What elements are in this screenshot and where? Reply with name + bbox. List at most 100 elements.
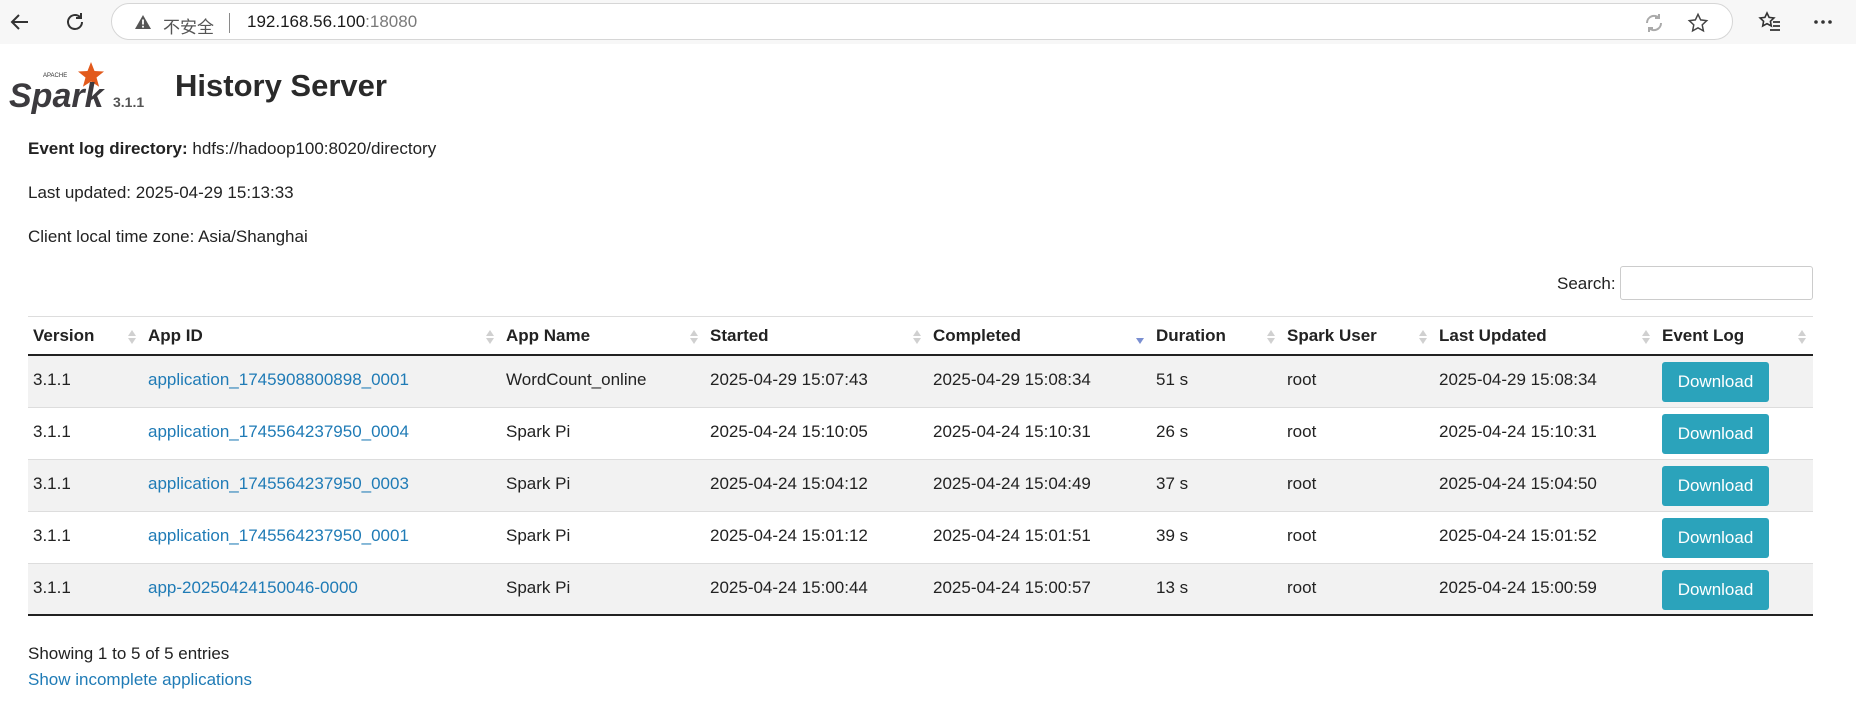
column-header-app-name[interactable]: App Name: [501, 316, 705, 356]
address-bar[interactable]: 不安全 192.168.56.100:18080: [111, 3, 1733, 40]
table-cell: Spark Pi: [501, 406, 705, 459]
insecure-label[interactable]: 不安全: [163, 13, 214, 38]
cell-last-updated: 2025-04-24 15:00:59: [1439, 577, 1597, 597]
sync-icon: [1645, 14, 1663, 32]
favorites-button[interactable]: [1754, 6, 1786, 38]
download-button[interactable]: Download: [1662, 362, 1769, 402]
column-header-app-id[interactable]: App ID: [143, 316, 501, 356]
sort-both-icon: [913, 330, 921, 344]
table-cell: 2025-04-24 15:00:59: [1434, 562, 1657, 616]
column-header-spark-user[interactable]: Spark User: [1282, 316, 1434, 356]
back-button[interactable]: [4, 6, 36, 38]
cell-spark-user: root: [1287, 577, 1317, 597]
table-cell: 2025-04-24 15:10:05: [705, 406, 928, 459]
page-content: APACHE Spark 3.1.1 History Server Event …: [0, 46, 1856, 716]
column-header-label: Started: [710, 325, 769, 345]
table-cell: 2025-04-24 15:10:31: [1434, 406, 1657, 459]
download-button[interactable]: Download: [1662, 569, 1769, 610]
cell-started: 2025-04-29 15:07:43: [710, 370, 868, 389]
table-cell: application_1745564237950_0003: [143, 458, 501, 511]
column-header-duration[interactable]: Duration: [1151, 316, 1282, 356]
app-id-link[interactable]: application_1745564237950_0001: [148, 526, 409, 545]
column-header-label: App ID: [148, 325, 203, 345]
sort-both-icon: [1642, 330, 1650, 344]
reload-button[interactable]: [59, 6, 91, 38]
page-title: History Server: [175, 68, 387, 103]
favorite-button[interactable]: [1686, 11, 1710, 35]
download-button[interactable]: Download: [1662, 517, 1769, 558]
table-cell: application_1745908800898_0001: [143, 354, 501, 407]
table-cell: 2025-04-24 15:01:12: [705, 510, 928, 563]
table-cell: 3.1.1: [28, 354, 143, 407]
table-cell: 13 s: [1151, 562, 1282, 616]
cell-completed: 2025-04-24 15:10:31: [933, 421, 1091, 441]
app-id-link[interactable]: application_1745564237950_0003: [148, 474, 409, 493]
cell-started: 2025-04-24 15:01:12: [710, 525, 868, 545]
cell-duration: 13 s: [1156, 577, 1189, 597]
cell-completed: 2025-04-24 15:00:57: [933, 577, 1091, 597]
column-header-label: Duration: [1156, 325, 1226, 345]
cell-started: 2025-04-24 15:04:12: [710, 473, 868, 493]
column-header-label: Completed: [933, 325, 1021, 345]
client-timezone: Client local time zone: Asia/Shanghai: [28, 227, 308, 246]
cell-app-name: Spark Pi: [506, 577, 571, 597]
search-input[interactable]: [1620, 266, 1813, 300]
search-label: Search:: [1557, 274, 1616, 293]
event-log-label: Event log directory:: [28, 139, 188, 158]
sort-both-icon: [486, 330, 494, 344]
table-cell: Spark Pi: [501, 562, 705, 616]
cell-last-updated: 2025-04-24 15:10:31: [1439, 421, 1597, 441]
table-cell: 3.1.1: [28, 458, 143, 511]
table-cell: Download: [1657, 562, 1813, 616]
table-cell: 2025-04-24 15:01:52: [1434, 510, 1657, 563]
download-button[interactable]: Download: [1662, 413, 1769, 454]
cell-version: 3.1.1: [33, 525, 71, 545]
column-header-version[interactable]: Version: [28, 316, 143, 356]
show-incomplete-link[interactable]: Show incomplete applications: [28, 670, 252, 690]
cell-completed: 2025-04-24 15:01:51: [933, 525, 1091, 545]
cell-app-name: Spark Pi: [506, 473, 571, 493]
table-cell: 26 s: [1151, 406, 1282, 459]
table-cell: 3.1.1: [28, 406, 143, 459]
cell-started: 2025-04-24 15:00:44: [710, 577, 868, 597]
url-port: :18080: [365, 12, 418, 31]
app-id-link[interactable]: app-20250424150046-0000: [148, 578, 358, 597]
sort-both-icon: [128, 330, 136, 344]
table-cell: root: [1282, 510, 1434, 563]
cell-spark-user: root: [1287, 370, 1317, 389]
app-id-link[interactable]: application_1745564237950_0004: [148, 422, 409, 441]
table-cell: Download: [1657, 458, 1813, 511]
column-header-label: Spark User: [1287, 325, 1377, 345]
table-row: 3.1.1 application_1745564237950_0004 Spark…: [28, 406, 1813, 459]
cell-version: 3.1.1: [33, 473, 71, 493]
column-header-label: App Name: [506, 325, 591, 345]
spark-logo[interactable]: APACHE Spark: [9, 60, 109, 116]
cell-app-name: WordCount_online: [506, 370, 647, 389]
cell-duration: 51 s: [1156, 370, 1189, 389]
table-cell: 3.1.1: [28, 510, 143, 563]
sort-both-icon: [1798, 330, 1806, 344]
column-header-last-updated[interactable]: Last Updated: [1434, 316, 1657, 356]
column-header-event-log[interactable]: Event Log: [1657, 316, 1813, 356]
applications-table: Version App ID App Name Started Completed Dur…: [28, 316, 1813, 616]
logo-spark-text: Spark: [9, 77, 106, 115]
app-id-link[interactable]: application_1745908800898_0001: [148, 370, 409, 389]
cell-spark-user: root: [1287, 525, 1317, 545]
table-cell: WordCount_online: [501, 354, 705, 407]
spark-version: 3.1.1: [113, 94, 145, 110]
cell-last-updated: 2025-04-29 15:08:34: [1439, 370, 1597, 389]
table-cell: 2025-04-24 15:00:57: [928, 562, 1151, 616]
url-text[interactable]: 192.168.56.100:18080: [247, 12, 417, 32]
download-button[interactable]: Download: [1662, 465, 1769, 506]
table-cell: 2025-04-24 15:04:50: [1434, 458, 1657, 511]
edge-translate-button[interactable]: [1642, 11, 1666, 35]
table-cell: 3.1.1: [28, 562, 143, 616]
table-cell: Download: [1657, 354, 1813, 407]
star-icon: [1687, 12, 1709, 33]
table-cell: 2025-04-29 15:08:34: [1434, 354, 1657, 407]
column-header-completed[interactable]: Completed: [928, 316, 1151, 356]
table-cell: app-20250424150046-0000: [143, 562, 501, 616]
table-cell: 2025-04-24 15:00:44: [705, 562, 928, 616]
column-header-started[interactable]: Started: [705, 316, 928, 356]
more-menu-button[interactable]: [1807, 6, 1839, 38]
